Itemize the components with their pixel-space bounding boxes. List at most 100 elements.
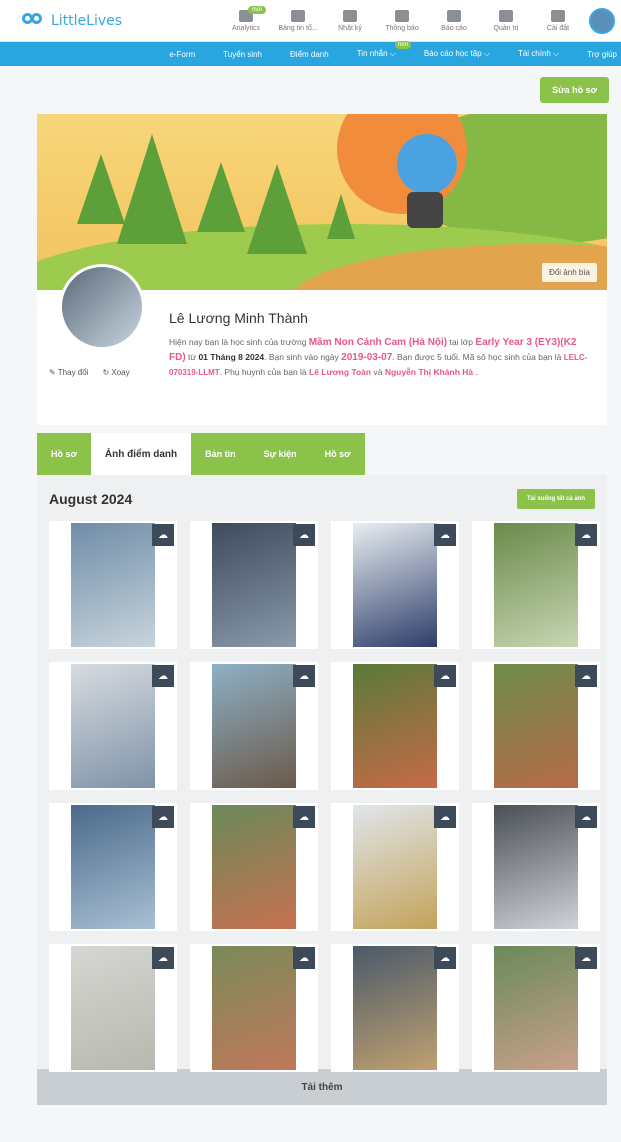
photo-image <box>353 664 437 788</box>
attendance-photo[interactable]: ☁ <box>331 521 459 649</box>
download-icon[interactable]: ☁ <box>293 806 315 828</box>
attendance-photo[interactable]: ☁ <box>190 944 318 1072</box>
tab-2[interactable]: Bản tin <box>191 433 250 475</box>
attendance-photo[interactable]: ☁ <box>472 521 600 649</box>
mascot-illustration <box>397 134 457 194</box>
diary-icon <box>343 9 357 22</box>
tab-4[interactable]: Hồ sơ <box>310 433 365 475</box>
rotate-photo-button[interactable]: ↻ Xoay <box>102 368 129 377</box>
school-link[interactable]: Mầm Non Cánh Cam (Hà Nội) <box>309 337 447 348</box>
nav-item-label: Nhật ký <box>338 24 362 32</box>
download-icon[interactable]: ☁ <box>434 665 456 687</box>
change-cover-button[interactable]: Đổi ảnh bìa <box>542 263 597 282</box>
download-icon[interactable]: ☁ <box>434 947 456 969</box>
attendance-photo[interactable]: ☁ <box>190 662 318 790</box>
nav-item-label: Bảng tin tổ... <box>278 24 318 32</box>
nav-item[interactable]: Nhật ký <box>324 9 376 32</box>
download-icon[interactable]: ☁ <box>293 947 315 969</box>
parent-link[interactable]: Lê Lương Toàn <box>309 367 371 377</box>
profile-actions: Sửa hồ sơ <box>0 66 621 114</box>
parent-link[interactable]: Nguyễn Thị Khánh Hà <box>385 367 473 377</box>
photo-image <box>353 805 437 929</box>
attendance-photo[interactable]: ☁ <box>331 803 459 931</box>
main-nav: Analytics mới Bảng tin tổ... Nhật ký Thông b… <box>220 5 589 32</box>
download-icon[interactable]: ☁ <box>152 947 174 969</box>
attendance-photo[interactable]: ☁ <box>190 521 318 649</box>
subnav-item[interactable]: Tuyển sinh <box>209 50 262 59</box>
brand-logo[interactable]: LittleLives <box>0 11 220 31</box>
subnav-item[interactable]: Tài chính ⌵ <box>504 49 559 59</box>
subnav-item[interactable]: Báo cáo học tập ⌵ <box>410 49 490 59</box>
download-icon[interactable]: ☁ <box>293 665 315 687</box>
nav-item[interactable]: Analytics mới <box>220 5 272 32</box>
attendance-photo[interactable]: ☁ <box>472 662 600 790</box>
nav-item-label: Quản trị <box>493 24 519 32</box>
download-icon[interactable]: ☁ <box>434 524 456 546</box>
photo-image <box>71 805 155 929</box>
photo-image <box>494 805 578 929</box>
bell-icon <box>395 9 409 22</box>
attendance-photo[interactable]: ☁ <box>472 944 600 1072</box>
tab-1[interactable]: Ảnh điểm danh <box>90 433 192 475</box>
attendance-photo[interactable]: ☁ <box>331 944 459 1072</box>
photo-image <box>353 946 437 1070</box>
photo-image <box>71 946 155 1070</box>
attendance-photo[interactable]: ☁ <box>49 803 177 931</box>
subnav-item[interactable]: Tin nhắn ⌵ mới <box>343 41 411 59</box>
admin-icon <box>499 9 513 22</box>
nav-item[interactable]: Bảng tin tổ... <box>272 9 324 32</box>
nav-item[interactable]: Báo cáo <box>428 9 480 32</box>
subnav-item[interactable]: Trợ giúp <box>573 50 617 59</box>
photo-image <box>71 664 155 788</box>
download-icon[interactable]: ☁ <box>152 524 174 546</box>
nav-item[interactable]: Quản trị <box>480 9 532 32</box>
subnav-item[interactable]: Điểm danh <box>276 50 329 59</box>
nav-item-label: Báo cáo <box>441 24 467 32</box>
attendance-photo[interactable]: ☁ <box>472 803 600 931</box>
nav-item-label: Cài đặt <box>546 24 570 32</box>
download-icon[interactable]: ☁ <box>575 806 597 828</box>
subnav-item[interactable]: e-Form <box>155 50 195 59</box>
download-icon[interactable]: ☁ <box>575 524 597 546</box>
nav-item-label: Analytics <box>231 24 260 32</box>
attendance-photo-gallery: August 2024 Tải xuống tất cả ảnh ☁ ☁ ☁ ☁ ☁ ☁ ☁… <box>37 475 607 1072</box>
download-icon[interactable]: ☁ <box>293 524 315 546</box>
attendance-photo[interactable]: ☁ <box>49 521 177 649</box>
download-icon[interactable]: ☁ <box>575 665 597 687</box>
top-bar: LittleLives Analytics mới Bảng tin tổ... Nh… <box>0 0 621 42</box>
edit-profile-button[interactable]: Sửa hồ sơ <box>540 77 609 103</box>
profile-photo <box>59 264 145 350</box>
load-more-button[interactable]: Tải thêm <box>37 1069 607 1105</box>
gallery-month: August 2024 <box>49 491 133 507</box>
photo-image <box>494 523 578 647</box>
download-all-button[interactable]: Tải xuống tất cả ảnh <box>516 489 595 509</box>
sub-nav: e-Form Tuyển sinh Điểm danh Tin nhắn ⌵ mới Bá… <box>0 41 621 66</box>
photo-image <box>353 523 437 647</box>
download-icon[interactable]: ☁ <box>575 947 597 969</box>
change-photo-button[interactable]: ✎ Thay đổi <box>49 368 88 377</box>
attendance-photo[interactable]: ☁ <box>331 662 459 790</box>
download-icon[interactable]: ☁ <box>152 806 174 828</box>
nav-item[interactable]: Cài đặt <box>532 9 584 32</box>
photo-image <box>494 664 578 788</box>
user-avatar[interactable] <box>589 7 615 34</box>
new-badge: mới <box>394 41 411 49</box>
brand-name: LittleLives <box>51 12 123 29</box>
tab-0[interactable]: Hồ sơ <box>37 433 91 475</box>
student-bio: Hiện nay bạn là học sinh của trường Mầm … <box>169 337 588 377</box>
profile-tabs: Hồ sơ Ảnh điểm danh Bản tin Sự kiện Hồ sơ <box>37 433 621 475</box>
tab-3[interactable]: Sự kiện <box>249 433 311 475</box>
dob: 2019-03-07 <box>341 352 393 363</box>
attendance-photo[interactable]: ☁ <box>190 803 318 931</box>
photo-grid: ☁ ☁ ☁ ☁ ☁ ☁ ☁ ☁ ☁ ☁ ☁ ☁ ☁ ☁ ☁ ☁ <box>49 521 600 1072</box>
download-icon[interactable]: ☁ <box>152 665 174 687</box>
download-icon[interactable]: ☁ <box>434 806 456 828</box>
newsboard-icon <box>291 9 305 22</box>
attendance-photo[interactable]: ☁ <box>49 662 177 790</box>
photo-image <box>212 946 296 1070</box>
gear-icon <box>551 9 565 22</box>
profile-info: ✎ Thay đổi ↻ Xoay Lê Lương Minh Thành Hi… <box>37 264 607 425</box>
attendance-photo[interactable]: ☁ <box>49 944 177 1072</box>
report-icon <box>447 9 461 22</box>
nav-item[interactable]: Thông báo <box>376 9 428 32</box>
